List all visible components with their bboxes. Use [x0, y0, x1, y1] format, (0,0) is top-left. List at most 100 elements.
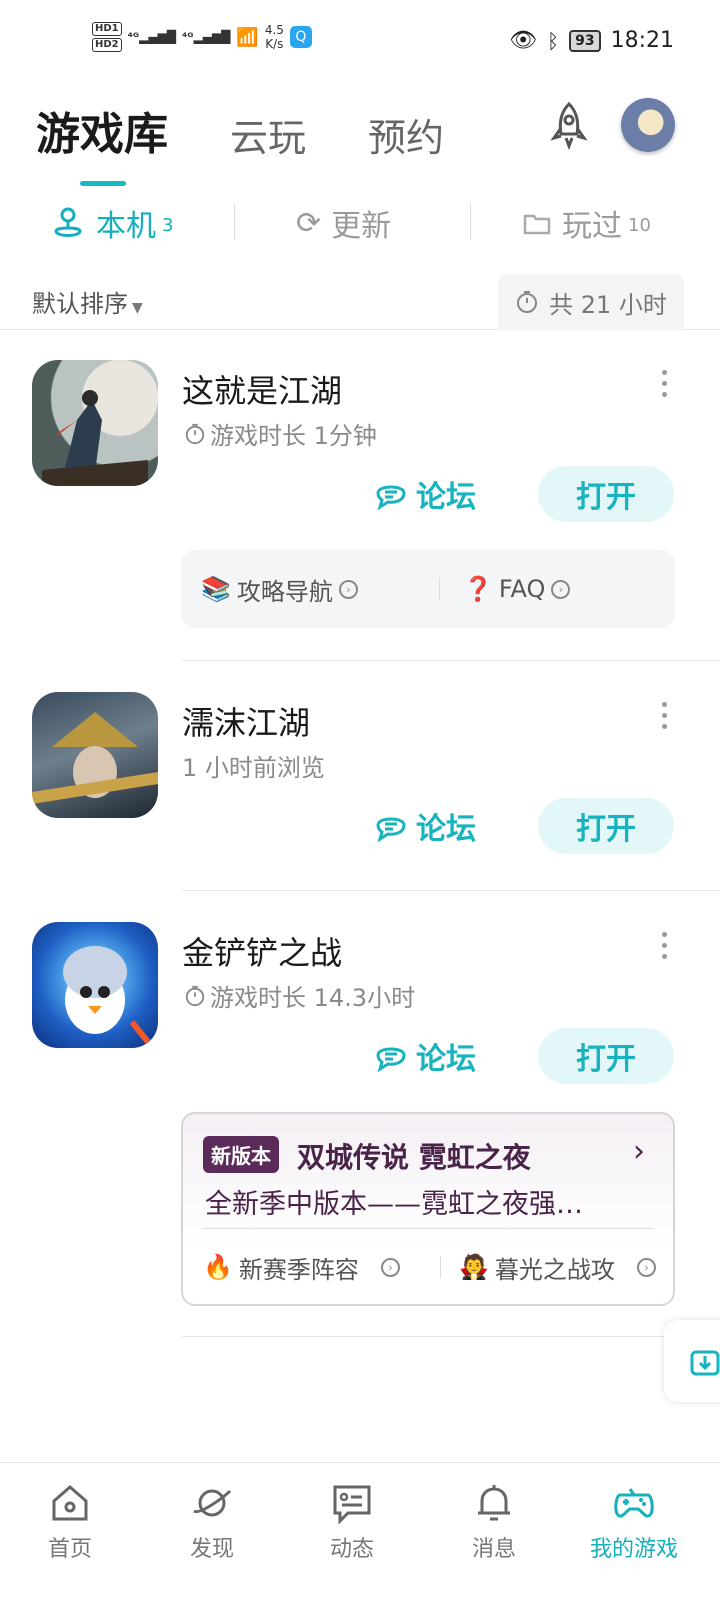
avatar[interactable]: [621, 98, 675, 152]
chat-icon: [376, 817, 406, 843]
bottom-nav: 首页 发现 动态 消息 我的游戏: [0, 1462, 720, 1600]
subtab-update[interactable]: ⟳ 更新: [296, 196, 391, 250]
chevron-right-icon: ›: [338, 579, 358, 599]
play-time: 游戏时长 14.3小时: [184, 978, 415, 1013]
nav-discover[interactable]: 发现: [152, 1481, 272, 1563]
more-options-icon[interactable]: [662, 370, 670, 403]
game-icon[interactable]: [32, 360, 158, 486]
game-item[interactable]: 这就是江湖 游戏时长 1分钟 论坛 打开 📚 攻略导航 › ❓ FAQ ›: [0, 360, 720, 661]
signal-icon: ⁴ᴳ▂▄▆█: [127, 30, 177, 44]
subtab-played-label: 玩过: [562, 209, 622, 244]
stopwatch-icon: [517, 291, 538, 313]
more-options-icon[interactable]: [662, 702, 670, 735]
news-link[interactable]: 🧛 暮光之战攻 ›: [459, 1242, 656, 1292]
divider: [182, 660, 720, 661]
more-options-icon[interactable]: [662, 932, 670, 965]
joystick-icon: [54, 207, 82, 237]
divider: [182, 890, 720, 891]
sub-tabs: 本机 3 ⟳ 更新 玩过 10: [0, 196, 720, 250]
game-title: 这就是江湖: [182, 372, 343, 410]
nav-home[interactable]: 首页: [10, 1481, 130, 1563]
game-item[interactable]: 濡沫江湖 1 小时前浏览 论坛 打开: [0, 692, 720, 892]
download-icon: [690, 1350, 720, 1376]
chat-icon: [376, 1047, 406, 1073]
divider: [182, 1336, 720, 1337]
total-playtime: 共 21 小时: [498, 274, 684, 330]
search-app-icon: Q: [289, 26, 312, 48]
subtab-played-count: 10: [628, 214, 651, 236]
divider: [440, 1256, 441, 1278]
tab-reserve[interactable]: 预约: [368, 107, 444, 162]
divider: [470, 204, 471, 240]
rocket-icon[interactable]: [544, 100, 594, 150]
subtab-played[interactable]: 玩过 10: [522, 196, 651, 250]
open-button[interactable]: 打开: [538, 1028, 674, 1084]
chat-icon: [376, 485, 406, 511]
bluetooth-icon: ᛒ: [547, 28, 560, 53]
guide-box: 📚 攻略导航 › ❓ FAQ ›: [181, 550, 675, 628]
guide-link[interactable]: 📚 攻略导航 ›: [201, 550, 358, 628]
status-left: HD1 HD2 ⁴ᴳ▂▄▆█ ⁴ᴳ▂▄▆█ 📶 4.5 K/s Q: [92, 22, 312, 52]
forum-button[interactable]: 论坛: [374, 1034, 476, 1078]
network-speed: 4.5 K/s: [264, 23, 284, 51]
game-icon[interactable]: [32, 922, 158, 1048]
faq-link[interactable]: ❓ FAQ ›: [463, 550, 571, 628]
forum-button[interactable]: 论坛: [374, 472, 476, 516]
open-button[interactable]: 打开: [538, 466, 674, 522]
caret-down-icon: ▼: [132, 300, 143, 316]
refresh-icon: ⟳: [296, 205, 322, 241]
books-icon: 📚: [201, 575, 231, 603]
gamepad-icon: [614, 1488, 654, 1518]
play-time: 游戏时长 1分钟: [184, 416, 377, 451]
chevron-right-icon: ›: [551, 579, 571, 599]
chevron-right-icon: ›: [636, 1257, 656, 1277]
battery-icon: 93: [569, 29, 601, 52]
floating-download-button[interactable]: [664, 1320, 720, 1402]
divider: [203, 1228, 653, 1229]
divider: [439, 578, 440, 600]
signal-icon-2: ⁴ᴳ▂▄▆█: [182, 30, 231, 44]
nav-my-games[interactable]: 我的游戏: [574, 1481, 694, 1563]
wifi-icon: 📶: [236, 26, 259, 48]
bell-icon: [478, 1485, 510, 1521]
status-bar: HD1 HD2 ⁴ᴳ▂▄▆█ ⁴ᴳ▂▄▆█ 📶 4.5 K/s Q 👁 ᛒ 93 1…: [0, 0, 720, 88]
news-title: 双城传说 霓虹之夜: [297, 1141, 531, 1174]
eye-icon: 👁: [509, 28, 538, 53]
clock: 18:21: [610, 28, 674, 53]
news-card[interactable]: 新版本 双城传说 霓虹之夜 › 全新季中版本——霓虹之夜强… 🔥 新赛季阵容 ›…: [181, 1112, 675, 1306]
subtab-local-count: 3: [162, 214, 174, 236]
sort-dropdown[interactable]: 默认排序 ▼: [32, 284, 143, 319]
new-version-badge: 新版本: [203, 1136, 279, 1173]
tab-game-library[interactable]: 游戏库: [36, 98, 168, 186]
subtab-local[interactable]: 本机 3: [50, 196, 173, 250]
game-title: 濡沫江湖: [182, 704, 311, 742]
news-description: 全新季中版本——霓虹之夜强…: [205, 1189, 583, 1220]
folder-icon: [523, 214, 551, 235]
planet-icon: [193, 1489, 232, 1517]
game-title: 金铲铲之战: [182, 934, 343, 972]
chevron-right-icon: ›: [633, 1134, 645, 1169]
vampire-icon: 🧛: [459, 1253, 489, 1281]
question-icon: ❓: [463, 575, 493, 603]
forum-button[interactable]: 论坛: [374, 804, 476, 848]
chevron-right-icon: ›: [380, 1257, 400, 1277]
game-icon[interactable]: [32, 692, 158, 818]
subtab-update-label: 更新: [331, 209, 392, 244]
stopwatch-icon: [185, 423, 205, 444]
message-card-icon: [333, 1485, 371, 1525]
subtab-local-label: 本机: [96, 209, 156, 244]
top-tabs: 游戏库 云玩 预约: [36, 98, 506, 186]
news-link[interactable]: 🔥 新赛季阵容 ›: [203, 1242, 400, 1292]
open-button[interactable]: 打开: [538, 798, 674, 854]
game-item[interactable]: 金铲铲之战 游戏时长 14.3小时 论坛 打开 新版本 双城传说 霓虹之夜 › …: [0, 922, 720, 1338]
nav-feed[interactable]: 动态: [292, 1481, 412, 1563]
home-icon: [52, 1485, 88, 1521]
tab-cloud-play[interactable]: 云玩: [230, 107, 306, 162]
fire-icon: 🔥: [203, 1253, 233, 1281]
stopwatch-icon: [185, 985, 205, 1006]
status-right: 👁 ᛒ 93 18:21: [509, 28, 674, 53]
hd-indicator: HD1 HD2: [92, 22, 122, 52]
sort-row: 默认排序 ▼ 共 21 小时: [0, 270, 720, 330]
last-viewed: 1 小时前浏览: [182, 754, 325, 782]
nav-messages[interactable]: 消息: [434, 1481, 554, 1563]
